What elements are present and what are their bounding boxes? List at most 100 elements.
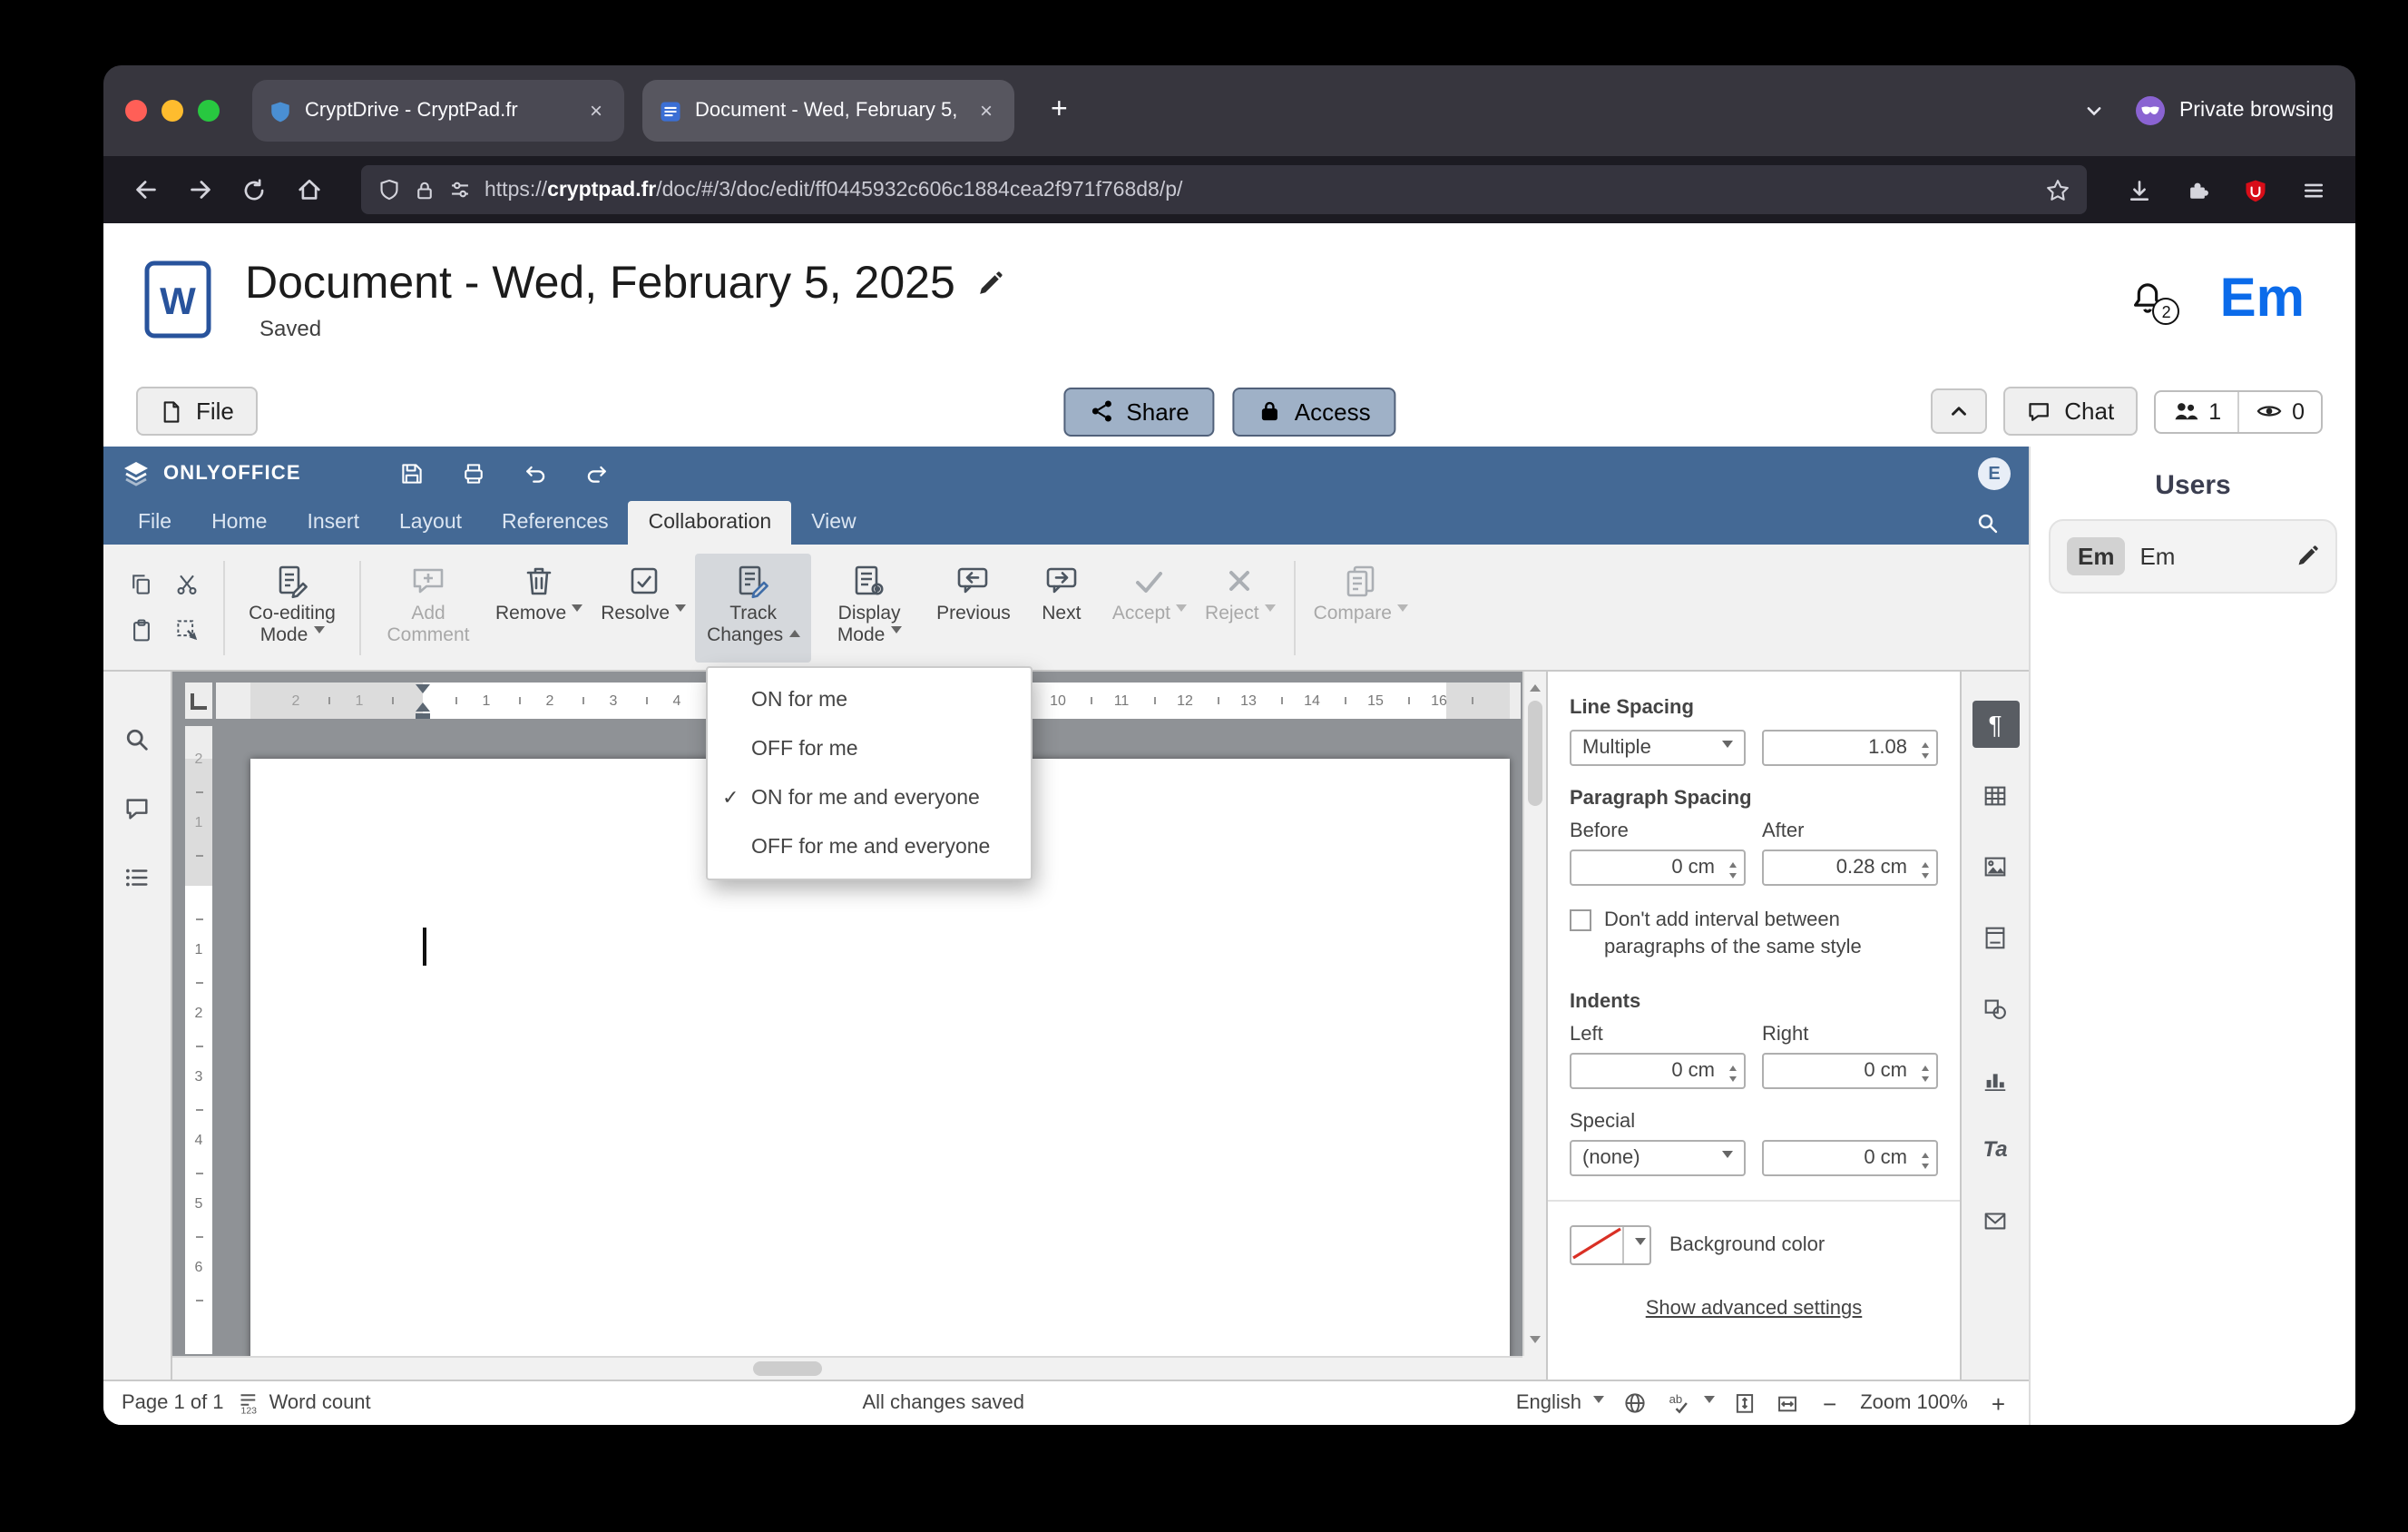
indent-left-spinner[interactable]: 0 cm xyxy=(1570,1052,1746,1089)
chat-button[interactable]: Chat xyxy=(2002,387,2139,436)
user-list-item[interactable]: Em Em xyxy=(2049,519,2337,594)
undo-icon[interactable] xyxy=(523,461,548,486)
edit-name-pencil-icon[interactable] xyxy=(2295,545,2319,568)
spinner-arrows-icon[interactable] xyxy=(1729,859,1737,882)
zoom-level[interactable]: Zoom 100% xyxy=(1860,1392,1968,1414)
menu-hamburger-icon[interactable] xyxy=(2290,166,2337,213)
spinner-arrows-icon[interactable] xyxy=(1729,1061,1737,1085)
paste-button[interactable] xyxy=(122,610,162,650)
line-spacing-value-spinner[interactable]: 1.08 xyxy=(1762,730,1938,766)
downloads-icon[interactable] xyxy=(2116,166,2163,213)
color-dropdown-arrow[interactable] xyxy=(1622,1226,1649,1263)
special-indent-select[interactable]: (none) xyxy=(1570,1139,1746,1176)
comments-icon[interactable] xyxy=(113,784,161,831)
tab-view[interactable]: View xyxy=(791,501,876,545)
previous-change-button[interactable]: Previous xyxy=(927,553,1020,662)
minimize-window-button[interactable] xyxy=(162,100,183,122)
next-change-button[interactable]: Next xyxy=(1020,553,1103,662)
resolve-button[interactable]: Resolve xyxy=(592,553,695,662)
hanging-indent-marker[interactable] xyxy=(416,702,430,712)
reject-button[interactable]: Reject xyxy=(1196,553,1285,662)
extensions-puzzle-icon[interactable] xyxy=(2174,166,2221,213)
bookmark-star-icon[interactable] xyxy=(2045,177,2070,202)
reload-button[interactable] xyxy=(230,166,278,213)
special-indent-spinner[interactable]: 0 cm xyxy=(1762,1139,1938,1176)
find-search-icon[interactable] xyxy=(1962,511,2014,535)
checkbox[interactable] xyxy=(1570,909,1591,931)
tab-close-button[interactable]: × xyxy=(584,96,608,125)
file-menu-button[interactable]: File xyxy=(136,387,258,436)
url-text[interactable]: https://cryptpad.fr/doc/#/3/doc/edit/ff0… xyxy=(485,179,2032,201)
tab-home[interactable]: Home xyxy=(191,501,287,545)
vertical-scroll-thumb[interactable] xyxy=(1528,701,1542,806)
redo-icon[interactable] xyxy=(584,461,610,486)
accept-button[interactable]: Accept xyxy=(1103,553,1196,662)
forward-button[interactable] xyxy=(176,166,223,213)
menu-item-off-for-everyone[interactable]: OFF for me and everyone xyxy=(708,822,1031,871)
fit-page-button[interactable] xyxy=(1732,1390,1756,1416)
find-icon[interactable] xyxy=(113,715,161,762)
no-interval-checkbox-row[interactable]: Don't add interval between paragraphs of… xyxy=(1570,908,1938,961)
vertical-ruler[interactable]: 21123456 xyxy=(185,726,212,1354)
word-count-button[interactable]: 123 Word count xyxy=(239,1390,371,1416)
coediting-mode-button[interactable]: Co-editing Mode xyxy=(234,553,350,662)
maximize-window-button[interactable] xyxy=(198,100,220,122)
indent-right-spinner[interactable]: 0 cm xyxy=(1762,1052,1938,1089)
save-icon[interactable] xyxy=(399,461,425,486)
tab-file[interactable]: File xyxy=(118,501,191,545)
tab-layout[interactable]: Layout xyxy=(379,501,482,545)
close-window-button[interactable] xyxy=(125,100,147,122)
permissions-icon[interactable] xyxy=(448,178,472,201)
tab-close-button[interactable]: × xyxy=(974,96,998,125)
spell-check-button[interactable]: ab xyxy=(1665,1390,1714,1416)
spinner-arrows-icon[interactable] xyxy=(1922,1148,1929,1172)
zoom-in-button[interactable]: + xyxy=(1986,1390,2011,1417)
zoom-out-button[interactable]: − xyxy=(1817,1390,1842,1417)
menu-item-on-for-everyone[interactable]: ✓ ON for me and everyone xyxy=(708,773,1031,822)
navigation-headings-icon[interactable] xyxy=(113,853,161,900)
compare-button[interactable]: Compare xyxy=(1305,553,1417,662)
tab-document[interactable]: Document - Wed, February 5, 2025 × xyxy=(642,80,1014,142)
collapse-toolbar-button[interactable] xyxy=(1930,388,1987,434)
back-button[interactable] xyxy=(122,166,169,213)
tracking-protection-shield-icon[interactable] xyxy=(377,178,401,201)
page-indicator[interactable]: Page 1 of 1 xyxy=(122,1392,224,1414)
tab-cryptdrive[interactable]: CryptDrive - CryptPad.fr × xyxy=(252,80,624,142)
select-all-button[interactable] xyxy=(167,610,207,650)
track-changes-button[interactable]: Track Changes xyxy=(695,553,812,662)
connection-lock-icon[interactable] xyxy=(414,179,436,201)
tab-insert[interactable]: Insert xyxy=(287,501,379,545)
user-avatar[interactable]: Em xyxy=(2220,271,2305,327)
left-indent-marker[interactable] xyxy=(416,713,430,719)
first-line-indent-marker[interactable] xyxy=(416,684,430,693)
image-settings-icon[interactable] xyxy=(1972,842,2019,889)
header-footer-settings-icon[interactable] xyxy=(1972,913,2019,960)
share-button[interactable]: Share xyxy=(1062,387,1215,436)
spacing-after-spinner[interactable]: 0.28 cm xyxy=(1762,849,1938,886)
tab-stop-selector[interactable] xyxy=(185,683,212,719)
address-bar[interactable]: https://cryptpad.fr/doc/#/3/doc/edit/ff0… xyxy=(361,165,2087,214)
home-button[interactable] xyxy=(285,166,332,213)
menu-item-off-for-me[interactable]: OFF for me xyxy=(708,724,1031,773)
tab-collaboration[interactable]: Collaboration xyxy=(628,501,792,545)
scroll-down-arrow[interactable] xyxy=(1530,1336,1541,1349)
editor-user-avatar[interactable]: E xyxy=(1978,457,2011,490)
ublock-icon[interactable] xyxy=(2232,166,2279,213)
list-tabs-chevron-icon[interactable] xyxy=(2081,98,2107,123)
tab-references[interactable]: References xyxy=(482,501,629,545)
new-tab-button[interactable]: + xyxy=(1033,94,1086,127)
background-color-picker[interactable] xyxy=(1570,1224,1651,1265)
remove-comments-button[interactable]: Remove xyxy=(486,553,592,662)
rename-pencil-icon[interactable] xyxy=(977,270,1004,298)
paragraph-settings-icon[interactable]: ¶ xyxy=(1972,701,2019,748)
menu-item-on-for-me[interactable]: ON for me xyxy=(708,675,1031,724)
shape-settings-icon[interactable] xyxy=(1972,984,2019,1031)
textart-settings-icon[interactable]: Ta xyxy=(1972,1125,2019,1173)
horizontal-scrollbar[interactable] xyxy=(172,1356,1522,1380)
advanced-settings-link[interactable]: Show advanced settings xyxy=(1570,1297,1938,1319)
spacing-before-spinner[interactable]: 0 cm xyxy=(1570,849,1746,886)
scroll-up-arrow[interactable] xyxy=(1530,679,1541,692)
editors-counter[interactable]: 1 xyxy=(2156,391,2237,431)
print-icon[interactable] xyxy=(461,461,486,486)
fit-width-button[interactable] xyxy=(1774,1391,1799,1415)
